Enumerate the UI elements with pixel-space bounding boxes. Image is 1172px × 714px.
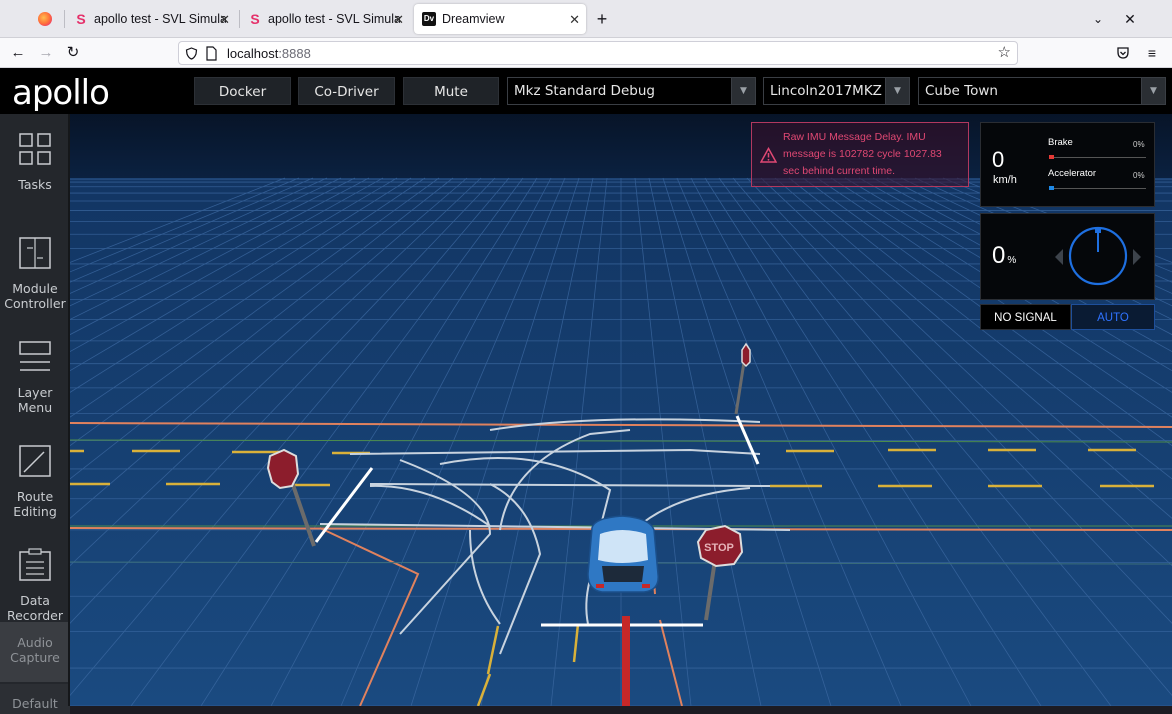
brake-meter-track [1049,157,1146,158]
firefox-icon [38,12,52,26]
speed-panel: 0 km/h Brake 0% Accelerator 0% [980,122,1155,207]
steering-wheel-icon [1055,226,1141,286]
close-tab-icon[interactable]: ✕ [393,12,404,28]
close-window-icon[interactable]: ✕ [1118,8,1142,30]
warning-triangle-icon [760,147,777,163]
sidebar-item-label: Tasks [18,177,52,192]
turn-signal-status: NO SIGNAL [980,304,1071,330]
apollo-logo: apollo [12,73,110,113]
browser-tab-svl-1[interactable]: S apollo test - SVL Simulato ✕ [66,4,236,34]
steering-value: 0% [992,242,1016,270]
brake-meter-fill [1049,155,1054,159]
steering-number: 0 [992,242,1006,269]
tasks-grid-icon [19,133,51,165]
new-tab-icon[interactable]: + [590,8,614,30]
steering-panel: 0% [980,213,1155,300]
app-header: apollo Docker Version Co-Driver Mute Mkz… [0,68,1172,128]
co-driver-button[interactable]: Co-Driver [298,77,395,105]
steering-unit: % [1007,255,1017,266]
tab-separator [64,10,65,28]
chevron-down-icon: ▼ [731,78,755,104]
page-icon[interactable] [205,46,218,61]
sidebar-item-data-recorder[interactable]: Data Recorder [0,530,70,634]
sidebar-item-layer-menu[interactable]: Layer Menu [0,322,70,426]
module-controller-icon [19,237,51,269]
alert-line-2: message is 102782 cycle 1027.83 [783,148,942,160]
url-text[interactable]: localhost:8888 [227,46,311,61]
accelerator-label: Accelerator [1048,168,1097,179]
brake-percent: 0% [1133,140,1145,149]
chevron-down-icon[interactable]: ⌄ [1086,8,1110,30]
dreamview-app: apollo Docker Version Co-Driver Mute Mkz… [0,68,1172,714]
sidebar-item-label: Audio Capture [10,635,60,665]
driving-mode-status: AUTO [1071,304,1155,330]
side-menu: Tasks Module Controller Layer Menu Route… [0,114,70,714]
sidebar-item-audio-capture[interactable]: Audio Capture [0,622,70,682]
brake-label: Brake [1048,137,1073,148]
alert-line-1: Raw IMU Message Delay. IMU [783,131,926,143]
pocket-icon[interactable] [1116,46,1130,60]
close-tab-icon[interactable]: ✕ [569,12,580,28]
reload-icon[interactable]: ↻ [61,42,85,64]
accelerator-meter-fill [1049,186,1054,190]
sidebar-item-label: Layer Menu [17,385,53,415]
sidebar-item-label: Data Recorder [6,593,64,623]
bookmark-star-icon[interactable]: ☆ [998,43,1011,61]
accelerator-percent: 0% [1133,171,1145,180]
mute-button[interactable]: Mute [403,77,499,105]
mode-select[interactable]: Mkz Standard Debug ▼ [507,77,756,105]
docker-version-button[interactable]: Docker Version [194,77,291,128]
speed-value: 0 [992,147,1005,172]
ego-vehicle[interactable] [587,515,659,593]
browser-nav-bar: ← → ↻ localhost:8888 ☆ ≡ [0,38,1172,68]
alert-line-3: sec behind current time. [783,165,896,177]
back-arrow-icon[interactable]: ← [6,42,30,64]
map-select-value: Cube Town [925,83,998,99]
hamburger-menu-icon[interactable]: ≡ [1140,42,1164,64]
sidebar-item-module-controller[interactable]: Module Controller [0,218,70,322]
vehicle-select-value: Lincoln2017MKZ [770,83,882,99]
firefox-view-button[interactable] [30,4,60,34]
svl-favicon-icon: S [250,11,260,27]
chevron-down-icon: ▼ [885,78,909,104]
tab-title: Dreamview [442,12,505,26]
shield-icon[interactable] [185,47,198,60]
vehicle-select[interactable]: Lincoln2017MKZ ▼ [763,77,910,105]
tab-title: apollo test - SVL Simulato [94,12,226,26]
stop-sign-text: STOP [704,542,734,554]
close-tab-icon[interactable]: ✕ [219,12,230,28]
planning-trajectory [622,616,630,706]
accelerator-meter-track [1049,188,1146,189]
browser-tab-bar: S apollo test - SVL Simulato ✕ S apollo … [0,0,1172,38]
browser-tab-svl-2[interactable]: S apollo test - SVL Simulato ✕ [240,4,410,34]
speed-unit: km/h [993,174,1017,186]
url-port: :8888 [278,46,311,61]
sidebar-item-label: Default [12,696,58,711]
dreamview-favicon-icon: Dv [422,12,436,26]
map-select[interactable]: Cube Town ▼ [918,77,1166,105]
route-editing-icon [19,445,51,477]
url-host: localhost [227,46,279,61]
forward-arrow-icon[interactable]: → [34,42,58,64]
sidebar-item-label: Module Controller [4,281,66,311]
sidebar-item-tasks[interactable]: Tasks [0,114,70,218]
tab-title: apollo test - SVL Simulato [268,12,400,26]
mode-select-value: Mkz Standard Debug [514,83,655,99]
chevron-down-icon: ▼ [1141,78,1165,104]
browser-tab-dreamview[interactable]: Dv Dreamview ✕ [414,4,586,34]
sidebar-item-default[interactable]: Default [0,684,70,714]
sidebar-item-route-editing[interactable]: Route Editing [0,426,70,530]
layer-menu-icon [19,341,51,371]
svl-favicon-icon: S [76,11,86,27]
data-recorder-icon [19,548,51,581]
imu-delay-alert: Raw IMU Message Delay. IMU message is 10… [751,122,969,187]
url-bar[interactable]: localhost:8888 ☆ [178,41,1018,65]
sidebar-item-label: Route Editing [13,489,57,519]
